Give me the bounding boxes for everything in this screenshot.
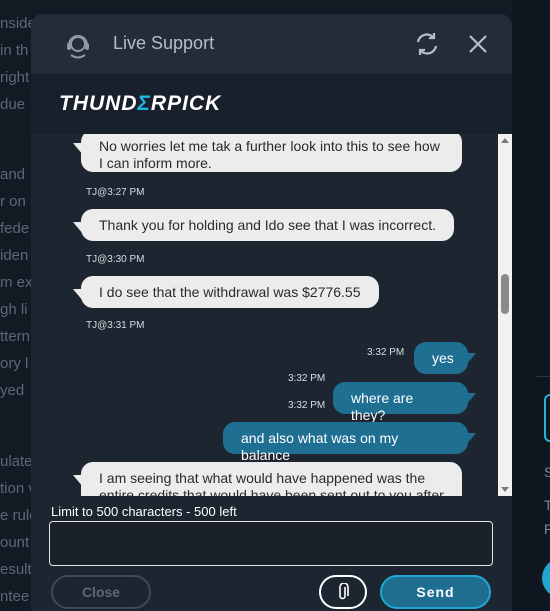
message-timestamp: 3:32 PM	[288, 373, 326, 384]
scroll-up-icon[interactable]	[501, 138, 509, 143]
chat-title: Live Support	[113, 33, 215, 53]
send-button[interactable]: Send	[380, 575, 491, 609]
background-fragment: ory l	[0, 355, 29, 372]
chat-header: Live Support	[31, 14, 512, 74]
message-timestamp: TJ@3:27 PM	[86, 187, 145, 198]
background-fragment: right	[0, 69, 30, 86]
agent-message: Thank you for holding and Ido see that I…	[81, 209, 454, 241]
scroll-down-icon[interactable]	[501, 487, 509, 492]
background-fragment: esult	[0, 561, 32, 578]
agent-message: I do see that the withdrawal was $2776.5…	[81, 276, 379, 308]
agent-message: I am seeing that what would have happene…	[81, 462, 462, 496]
attach-file-button[interactable]	[319, 575, 367, 609]
user-message: and also what was on my balance	[223, 422, 468, 463]
background-fragment: iden	[0, 247, 29, 264]
message-timestamp: TJ@3:30 PM	[86, 254, 145, 265]
logo-accent: Σ	[137, 92, 151, 115]
character-limit-text: Limit to 500 characters - 500 left	[51, 504, 237, 519]
background-side-panel: S T P	[512, 0, 550, 611]
message-timestamp: 3:32 PM	[288, 400, 326, 411]
message-list: No worries let me tak a further look int…	[31, 134, 498, 496]
scrollbar-thumb[interactable]	[501, 274, 509, 314]
background-round-button	[542, 558, 550, 598]
background-fragment: in th	[0, 42, 29, 59]
background-fragment: gh li	[0, 301, 28, 318]
agent-message: No worries let me tak a further look int…	[81, 134, 462, 172]
message-timestamp: 3:32 PM	[367, 347, 405, 358]
background-fragment: and	[0, 166, 26, 183]
background-fragment: ulate	[0, 453, 33, 470]
message-input[interactable]	[49, 521, 493, 566]
background-fragment: r on	[0, 193, 26, 210]
logo-text-start: THUND	[59, 92, 138, 115]
message-scrollbar[interactable]	[498, 134, 512, 496]
close-chat-button[interactable]: Close	[51, 575, 151, 609]
thunderpick-logo: THUNDΣRPICK	[59, 92, 221, 116]
message-timestamp: TJ@3:31 PM	[86, 320, 145, 331]
background-fragment: m ex	[0, 274, 33, 291]
logo-text-end: RPICK	[150, 92, 222, 115]
background-fragment: fede	[0, 220, 30, 237]
background-fragment: P	[544, 521, 550, 537]
headset-icon	[67, 35, 89, 59]
background-fragment: T	[544, 497, 550, 513]
background-input-box	[544, 394, 550, 442]
background-fragment: S	[544, 464, 550, 480]
close-icon[interactable]	[467, 33, 489, 55]
background-fragment: ntee	[0, 588, 30, 605]
background-fragment: yed	[0, 382, 25, 399]
user-message: yes	[414, 342, 468, 374]
background-fragment: ttern	[0, 328, 31, 345]
background-divider	[536, 376, 550, 377]
background-fragment: due	[0, 96, 26, 113]
background-fragment: ount	[0, 534, 30, 551]
paperclip-icon	[339, 583, 349, 600]
user-message: where are they?	[333, 382, 468, 423]
live-support-chat-window: Live Support THUNDΣRPICK No worries let …	[31, 14, 512, 611]
refresh-icon[interactable]	[413, 30, 441, 58]
